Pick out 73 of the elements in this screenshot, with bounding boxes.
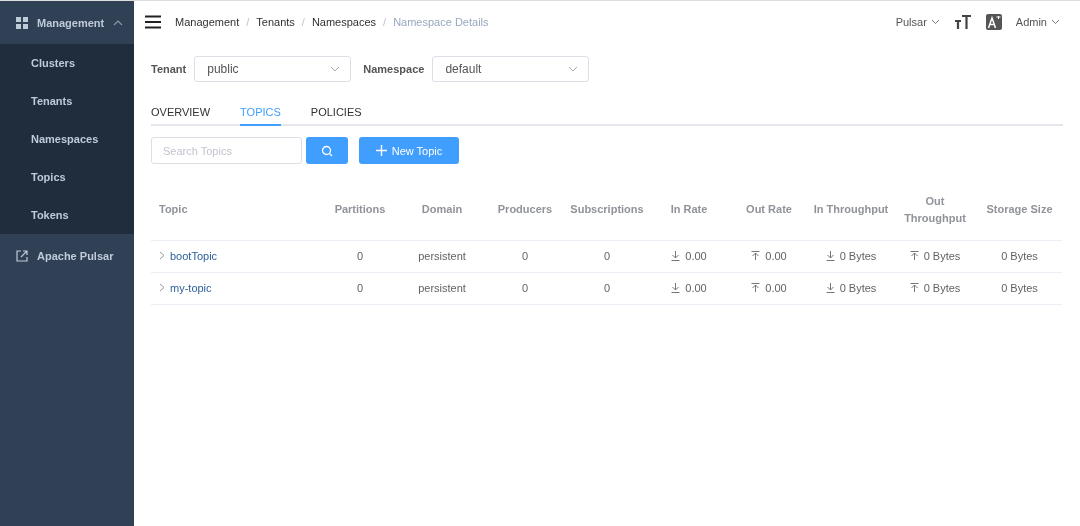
user-dropdown[interactable]: Admin bbox=[1015, 16, 1060, 28]
column-header: Partitions bbox=[334, 203, 386, 216]
sidebar-item[interactable]: Topics bbox=[0, 158, 134, 196]
chevron-down-icon bbox=[930, 19, 940, 25]
table-cell: 0 Bytes bbox=[1001, 282, 1038, 294]
plus-icon bbox=[375, 145, 387, 156]
column-header: Out Throughput bbox=[904, 194, 966, 224]
caret-icon bbox=[113, 19, 124, 26]
download-icon bbox=[825, 282, 835, 293]
upload-icon bbox=[909, 282, 919, 293]
external-link-icon bbox=[16, 249, 28, 262]
column-header: Out Rate bbox=[746, 203, 792, 216]
table-cell: 0.00 bbox=[765, 249, 787, 262]
font-size-icon[interactable] bbox=[953, 14, 972, 30]
table-cell: 0 bbox=[521, 282, 529, 294]
breadcrumb-separator: / bbox=[301, 16, 305, 28]
upload-icon bbox=[909, 250, 919, 261]
topic-link[interactable]: bootTopic bbox=[170, 249, 218, 262]
table-cell: 0 Bytes bbox=[839, 281, 877, 294]
table-cell: persistent bbox=[418, 282, 466, 294]
grid-icon bbox=[16, 16, 28, 29]
field-label: Tenant bbox=[151, 63, 187, 75]
upload-icon bbox=[751, 282, 761, 293]
table-cell: 0 bbox=[356, 282, 364, 294]
chevron-down-icon bbox=[330, 66, 341, 72]
breadcrumb-separator: / bbox=[246, 16, 250, 28]
sidebar-item[interactable]: Tokens bbox=[0, 196, 134, 234]
breadcrumb-item[interactable]: Tenants bbox=[256, 16, 295, 28]
table-cell: persistent bbox=[418, 250, 466, 262]
field-label: Namespace bbox=[363, 63, 425, 75]
breadcrumb-item[interactable]: Management bbox=[175, 16, 240, 28]
select-field[interactable]: public bbox=[194, 56, 352, 82]
breadcrumb-separator: / bbox=[383, 16, 387, 28]
download-icon bbox=[671, 250, 681, 261]
sidebar-item[interactable]: Clusters bbox=[0, 44, 134, 82]
table-cell: 0.00 bbox=[765, 281, 787, 294]
expand-chevron-icon[interactable] bbox=[159, 283, 165, 293]
breadcrumb-item: Namespace Details bbox=[393, 16, 489, 28]
table-cell: 0 Bytes bbox=[1001, 250, 1038, 262]
table-cell: 0.00 bbox=[685, 281, 707, 294]
column-header: Domain bbox=[421, 203, 463, 216]
upload-icon bbox=[751, 250, 761, 261]
select-field[interactable]: default bbox=[432, 56, 590, 82]
table-cell: 0 bbox=[603, 282, 611, 294]
sidebar-item[interactable]: Tenants bbox=[0, 82, 134, 120]
tab[interactable]: OVERVIEW bbox=[151, 106, 211, 126]
column-header: Producers bbox=[497, 203, 553, 216]
cluster-dropdown[interactable]: Pulsar bbox=[895, 16, 940, 28]
table-cell: 0 bbox=[356, 250, 364, 262]
table-cell: 0 Bytes bbox=[923, 249, 961, 262]
chevron-down-icon bbox=[1051, 19, 1060, 25]
search-field[interactable]: Search Topics bbox=[151, 137, 302, 164]
table-cell: 0 bbox=[521, 250, 529, 262]
column-header: Storage Size bbox=[986, 203, 1053, 216]
download-icon bbox=[671, 282, 681, 293]
table-cell: 0.00 bbox=[685, 249, 707, 262]
sidebar-item[interactable]: Namespaces bbox=[0, 120, 134, 158]
column-header: Topic bbox=[159, 203, 188, 216]
chevron-down-icon bbox=[568, 66, 579, 72]
translate-icon[interactable] bbox=[985, 14, 1002, 30]
menu-icon[interactable] bbox=[145, 15, 161, 29]
column-header: In Rate bbox=[670, 203, 708, 216]
topic-link[interactable]: my-topic bbox=[170, 281, 212, 294]
download-icon bbox=[825, 250, 835, 261]
table-cell: 0 Bytes bbox=[923, 281, 961, 294]
search-icon bbox=[321, 144, 333, 157]
column-header: Subscriptions bbox=[570, 203, 644, 216]
breadcrumb-item[interactable]: Namespaces bbox=[311, 16, 377, 28]
column-header: In Throughput bbox=[813, 203, 889, 216]
table-cell: 0 bbox=[603, 250, 611, 262]
tab[interactable]: POLICIES bbox=[310, 106, 362, 126]
expand-chevron-icon[interactable] bbox=[159, 251, 165, 261]
table-cell: 0 Bytes bbox=[839, 249, 877, 262]
